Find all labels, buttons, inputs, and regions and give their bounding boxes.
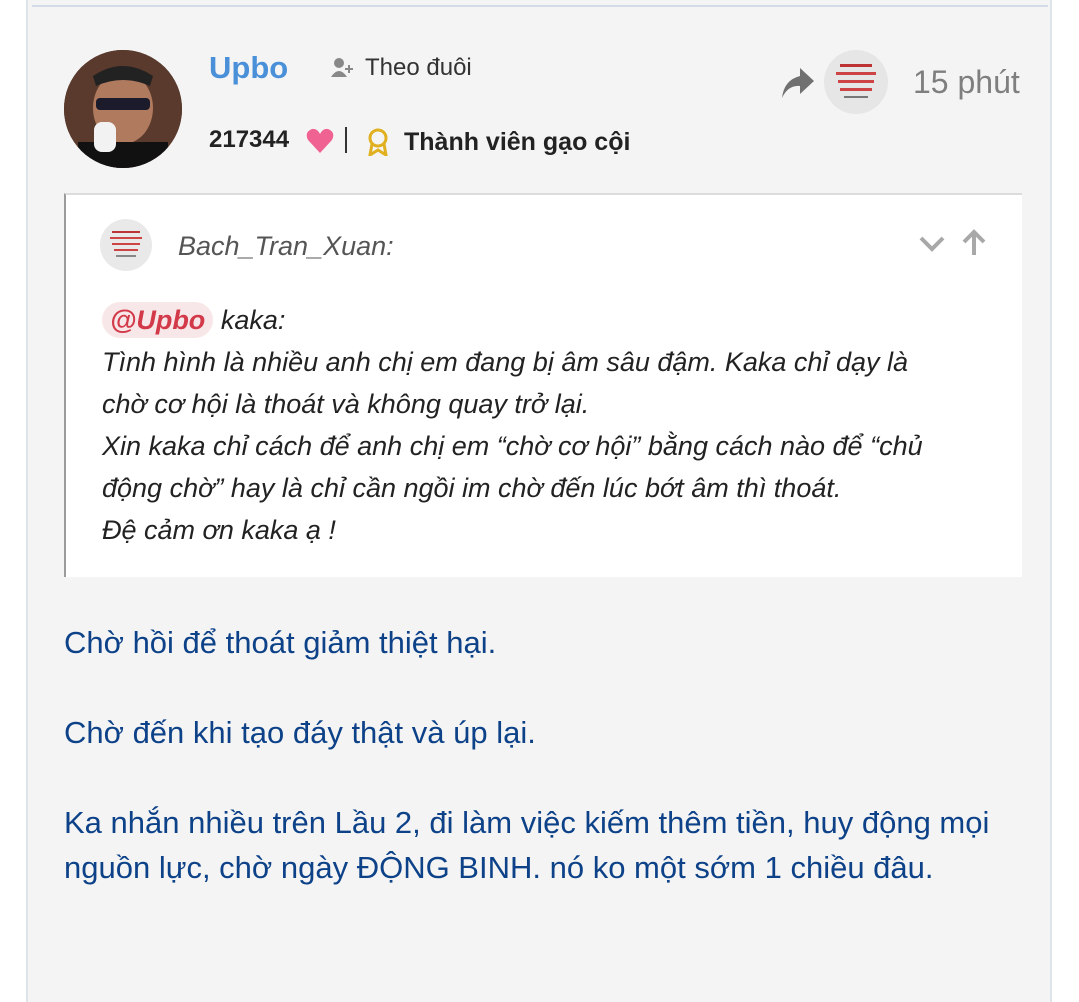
author-username[interactable]: Upbo — [209, 50, 288, 86]
quote-author-avatar[interactable] — [100, 219, 152, 271]
chevron-down-icon[interactable] — [918, 233, 946, 255]
author-avatar[interactable] — [64, 50, 182, 168]
heart-icon[interactable] — [306, 128, 334, 154]
reply-paragraph: Ka nhắn nhiều trên Lầu 2, đi làm việc ki… — [64, 805, 990, 885]
mention-tag[interactable]: @Upbo — [102, 302, 214, 338]
quote-line-text: kaka: — [220, 305, 286, 335]
quote-line: chờ cơ hội là thoát và không quay trở lạ… — [102, 389, 590, 419]
arrow-up-icon[interactable] — [960, 229, 988, 257]
post-thumbnail[interactable] — [824, 50, 888, 114]
follow-label: Theo đuôi — [365, 54, 472, 81]
quote-line: động chờ” hay là chỉ cần ngồi im chờ đến… — [102, 473, 842, 503]
quote-body: @Upbo kaka: Tình hình là nhiều anh chị e… — [102, 299, 1002, 551]
forum-post: Upbo Theo đuôi 15 phút 217344 Thành viên… — [26, 0, 1052, 1002]
post-time: 15 phút — [913, 64, 1020, 100]
badge-icon — [368, 128, 388, 156]
quote-line: @Upbo kaka: — [102, 299, 1002, 341]
quote-line: Đệ cảm ơn kaka ạ ! — [102, 515, 336, 545]
divider — [32, 5, 1048, 7]
quote-line: Xin kaka chỉ cách để anh chị em “chờ cơ … — [102, 431, 923, 461]
quote-author: Bach_Tran_Xuan: — [178, 231, 394, 261]
share-icon[interactable] — [780, 66, 816, 100]
reply-paragraph: Chờ hồi để thoát giảm thiệt hại. — [64, 625, 497, 660]
member-rank: Thành viên gạo cội — [404, 128, 631, 156]
follow-icon — [331, 58, 353, 77]
quote-line: Tình hình là nhiều anh chị em đang bị âm… — [102, 347, 908, 377]
quote-block: Bach_Tran_Xuan: @Upbo kaka: Tình hình là… — [64, 193, 1022, 577]
follow-button[interactable]: Theo đuôi — [331, 53, 472, 83]
like-count: 217344 — [209, 126, 290, 153]
separator — [345, 127, 347, 153]
reply-paragraph: Chờ đến khi tạo đáy thật và úp lại. — [64, 715, 536, 750]
